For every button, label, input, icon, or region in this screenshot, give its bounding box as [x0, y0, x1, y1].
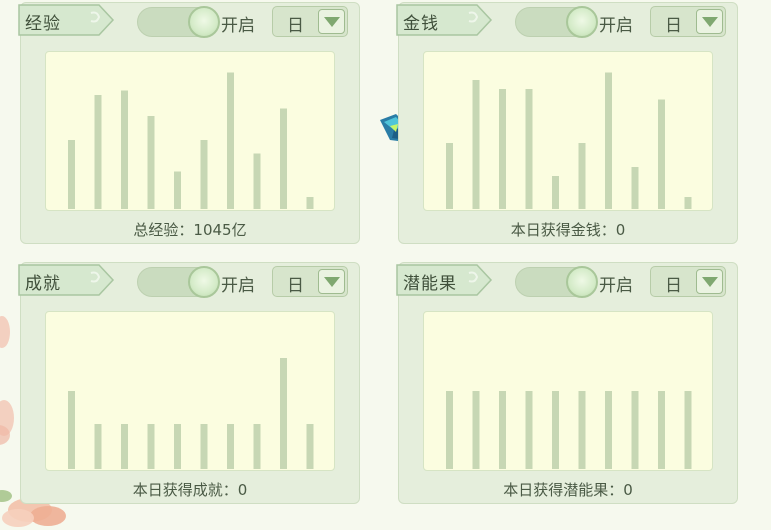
dropdown-button[interactable]	[696, 269, 723, 294]
toggle-label: 开启	[221, 16, 255, 36]
toggle-knob[interactable]	[188, 266, 220, 298]
bar-chart	[45, 311, 335, 471]
panel-label: 经验	[25, 14, 61, 34]
chevron-down-icon	[702, 17, 718, 27]
summary-text: 总经验：1045亿	[133, 221, 247, 239]
chevron-down-icon	[324, 277, 340, 287]
chart-bar	[227, 72, 234, 209]
chart-bar	[631, 391, 639, 469]
period-select[interactable]: 日	[272, 6, 348, 37]
panel-tag: 成就	[17, 263, 117, 297]
chart-bar	[121, 424, 128, 469]
chart-bar	[684, 391, 692, 469]
chart-bar	[525, 89, 533, 209]
lotus-bud-decoration	[0, 316, 10, 348]
chevron-down-icon	[702, 277, 718, 287]
chart-bar	[147, 116, 155, 209]
chart-bar	[94, 95, 102, 209]
chart-bar	[658, 99, 665, 209]
chart-bar	[446, 391, 453, 469]
panel-label: 成就	[25, 274, 61, 294]
chart-bar	[446, 143, 453, 209]
chart-bar	[605, 72, 612, 209]
panel-money: 金钱 开启 日 本日获得金钱：0	[395, 2, 738, 244]
period-value: 日	[665, 276, 682, 296]
chevron-down-icon	[324, 17, 340, 27]
summary-text: 本日获得金钱：0	[510, 221, 626, 239]
period-value: 日	[665, 16, 682, 36]
chart-bar	[499, 391, 506, 469]
chart-bar	[306, 424, 314, 469]
chart-bar	[306, 197, 314, 209]
period-value: 日	[287, 16, 304, 36]
chart-bar	[578, 391, 586, 469]
period-select[interactable]: 日	[650, 6, 726, 37]
bar-chart	[423, 51, 713, 211]
chart-bar	[472, 80, 480, 209]
period-select[interactable]: 日	[272, 266, 348, 297]
chart-bar	[525, 391, 533, 469]
chart-bar	[552, 176, 559, 209]
toggle-knob[interactable]	[566, 6, 598, 38]
panel-tag: 潜能果	[395, 263, 495, 297]
chart-bar	[578, 143, 586, 209]
chart-bar	[472, 391, 480, 469]
enable-toggle[interactable]	[515, 6, 598, 38]
enable-toggle[interactable]	[515, 266, 598, 298]
panel-experience: 经验 开启 日 总经验：1045亿	[17, 2, 360, 244]
chart-bar	[68, 391, 75, 469]
chart-bar	[174, 171, 181, 209]
chart-bar	[94, 424, 102, 469]
dropdown-button[interactable]	[318, 269, 345, 294]
toggle-label: 开启	[221, 276, 255, 296]
dropdown-button[interactable]	[318, 9, 345, 34]
chart-bar	[499, 89, 506, 209]
chart-bar	[147, 424, 155, 469]
toggle-knob[interactable]	[566, 266, 598, 298]
bar-chart	[423, 311, 713, 471]
chart-bar	[658, 391, 665, 469]
bar-chart	[45, 51, 335, 211]
panel-tag: 经验	[17, 3, 117, 37]
panel-label: 潜能果	[403, 274, 457, 294]
summary-text: 本日获得潜能果：0	[503, 481, 633, 499]
enable-toggle[interactable]	[137, 266, 220, 298]
chart-bar	[684, 197, 692, 209]
chart-bar	[68, 140, 75, 209]
chart-bar	[121, 90, 128, 209]
chart-bar	[253, 424, 261, 469]
chart-bar	[253, 153, 261, 209]
panel-tag: 金钱	[395, 3, 495, 37]
chart-bar	[605, 391, 612, 469]
chart-bar	[552, 391, 559, 469]
chart-bar	[227, 424, 234, 469]
dropdown-button[interactable]	[696, 9, 723, 34]
chart-bar	[280, 358, 287, 469]
summary-text: 本日获得成就：0	[132, 481, 248, 499]
period-select[interactable]: 日	[650, 266, 726, 297]
chart-bar	[200, 424, 208, 469]
toggle-label: 开启	[599, 276, 633, 296]
chart-bar	[200, 140, 208, 209]
toggle-label: 开启	[599, 16, 633, 36]
chart-bar	[631, 167, 639, 209]
panel-achievement: 成就 开启 日 本日获得成就：0	[17, 262, 360, 504]
panel-label: 金钱	[403, 14, 439, 34]
chart-bar	[174, 424, 181, 469]
panel-potential-fruit: 潜能果 开启 日 本日获得潜能果：0	[395, 262, 738, 504]
period-value: 日	[287, 276, 304, 296]
chart-bar	[280, 108, 287, 209]
enable-toggle[interactable]	[137, 6, 220, 38]
toggle-knob[interactable]	[188, 6, 220, 38]
